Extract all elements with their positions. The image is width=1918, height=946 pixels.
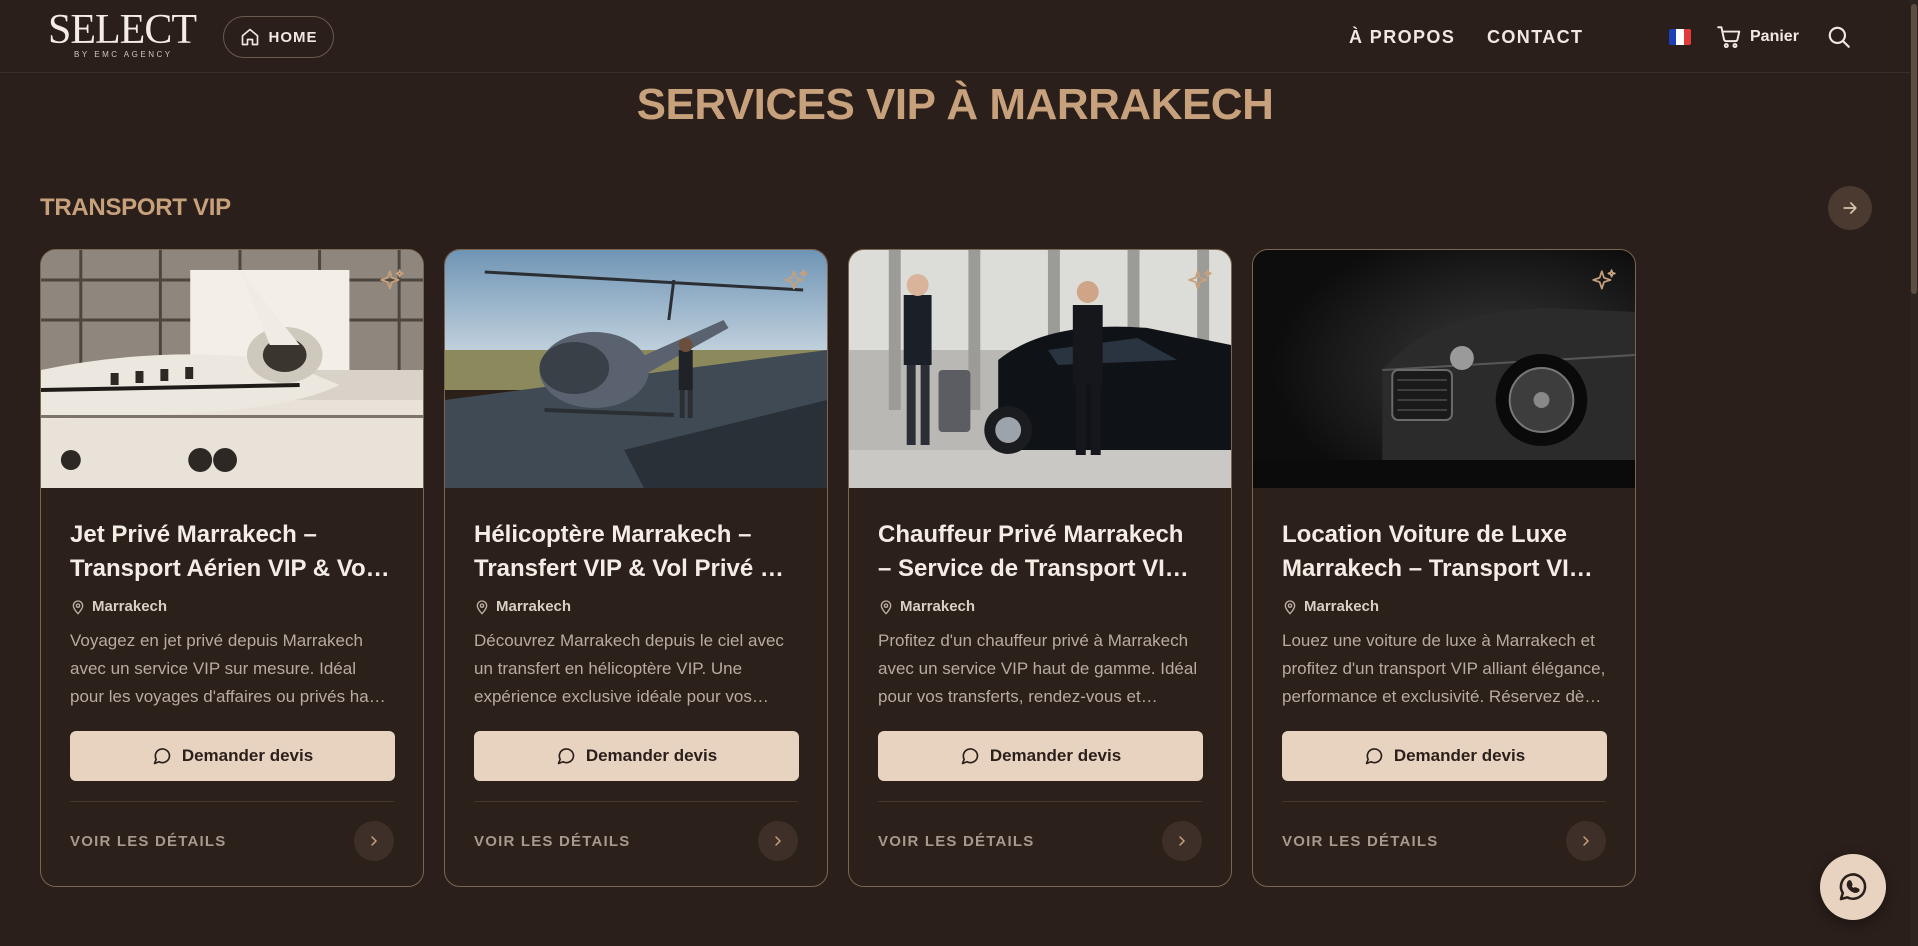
card-title[interactable]: Hélicoptère Marrakech – Transfert VIP & … [474,518,798,586]
fr-flag-icon[interactable] [1669,29,1691,45]
cart-button[interactable]: Panier [1716,24,1799,50]
card-description: Voyagez en jet privé depuis Marrakech av… [70,631,383,706]
logo-text: SELECT [48,7,197,53]
view-details-link[interactable]: VOIR LES DÉTAILS [1282,833,1438,850]
card-details-row: VOIR LES DÉTAILS [1282,821,1606,861]
card-details-row: VOIR LES DÉTAILS [474,821,798,861]
sparkle-icon [1592,269,1616,290]
scrollbar-thumb[interactable] [1911,4,1917,294]
card-location: Marrakech [474,598,798,615]
map-pin-icon [72,599,84,615]
view-details-button[interactable] [354,821,394,861]
chauffeur-photo [849,250,1231,488]
chevron-right-icon [1583,836,1590,846]
card-title[interactable]: Jet Privé Marrakech – Transport Aérien V… [70,518,394,586]
card-divider [1282,801,1606,802]
location-label: Marrakech [1304,598,1380,615]
nav-contact[interactable]: CONTACT [1487,27,1583,48]
card-divider [70,801,394,802]
helicopter-photo [445,250,827,488]
search-button[interactable] [1826,24,1852,55]
chevron-right-icon [1179,836,1186,846]
search-icon [1828,26,1850,48]
card-description: Découvrez Marrakech depuis le ciel avec … [474,631,784,706]
whatsapp-button[interactable] [1820,854,1886,920]
view-details-link[interactable]: VOIR LES DÉTAILS [474,833,630,850]
request-quote-label: Demander devis [585,746,718,765]
location-label: Marrakech [92,598,168,615]
sparkle-icon [784,269,808,290]
cart-label: Panier [1750,28,1799,45]
request-quote-label: Demander devis [181,746,314,765]
site-header: SELECT BY EMC AGENCY HOME À PROPOS CONTA… [0,0,1910,73]
view-details-link[interactable]: VOIR LES DÉTAILS [70,833,226,850]
card-description: Louez une voiture de luxe à Marrakech et… [1282,631,1606,706]
whatsapp-icon [1839,873,1867,901]
view-details-button[interactable] [1566,821,1606,861]
sparkle-icon [1188,269,1212,290]
request-quote-button[interactable]: Demander devis [1282,731,1607,781]
view-details-button[interactable] [758,821,798,861]
service-card[interactable]: Hélicoptère Marrakech – Transfert VIP & … [444,249,828,887]
map-pin-icon [1284,599,1296,615]
view-details-link[interactable]: VOIR LES DÉTAILS [878,833,1034,850]
nav-about[interactable]: À PROPOS [1349,27,1455,48]
request-quote-label: Demander devis [989,746,1122,765]
card-details-row: VOIR LES DÉTAILS [878,821,1202,861]
service-card[interactable]: Location Voiture de Luxe Marrakech – Tra… [1252,249,1636,887]
chevron-right-icon [775,836,782,846]
card-title[interactable]: Location Voiture de Luxe Marrakech – Tra… [1282,518,1606,586]
chat-bubble-icon [557,748,575,765]
service-card[interactable]: Chauffeur Privé Marrakech – Service de T… [848,249,1232,887]
card-location: Marrakech [1282,598,1606,615]
service-card[interactable]: Jet Privé Marrakech – Transport Aérien V… [40,249,424,887]
page-title: SERVICES VIP À MARRAKECH [636,80,1274,129]
private-jet-photo [41,250,423,488]
card-description: Profitez d'un chauffeur privé à Marrakec… [878,631,1198,706]
chevron-right-icon [371,836,378,846]
location-label: Marrakech [900,598,976,615]
section-next-button[interactable] [1828,186,1872,230]
chat-bubble-icon [961,748,979,765]
map-pin-icon [880,599,892,615]
home-label: HOME [268,28,318,46]
card-details-row: VOIR LES DÉTAILS [70,821,394,861]
chat-bubble-icon [1365,748,1383,765]
request-quote-button[interactable]: Demander devis [878,731,1203,781]
card-location: Marrakech [70,598,394,615]
request-quote-button[interactable]: Demander devis [70,731,395,781]
request-quote-button[interactable]: Demander devis [474,731,799,781]
home-icon [241,28,258,46]
home-button[interactable]: HOME [223,16,334,58]
service-cards: Jet Privé Marrakech – Transport Aérien V… [40,249,1636,887]
card-divider [474,801,798,802]
map-pin-icon [476,599,488,615]
cart-icon [1717,26,1741,49]
location-label: Marrakech [496,598,572,615]
section-title: TRANSPORT VIP [40,194,231,221]
arrow-right-icon [1843,202,1857,214]
card-divider [878,801,1202,802]
card-location: Marrakech [878,598,1202,615]
sparkle-icon [380,269,404,290]
chat-bubble-icon [153,748,171,765]
request-quote-label: Demander devis [1393,746,1526,765]
view-details-button[interactable] [1162,821,1202,861]
card-title[interactable]: Chauffeur Privé Marrakech – Service de T… [878,518,1202,586]
luxury-car-photo [1253,250,1635,488]
site-logo[interactable]: SELECT BY EMC AGENCY [48,8,206,64]
